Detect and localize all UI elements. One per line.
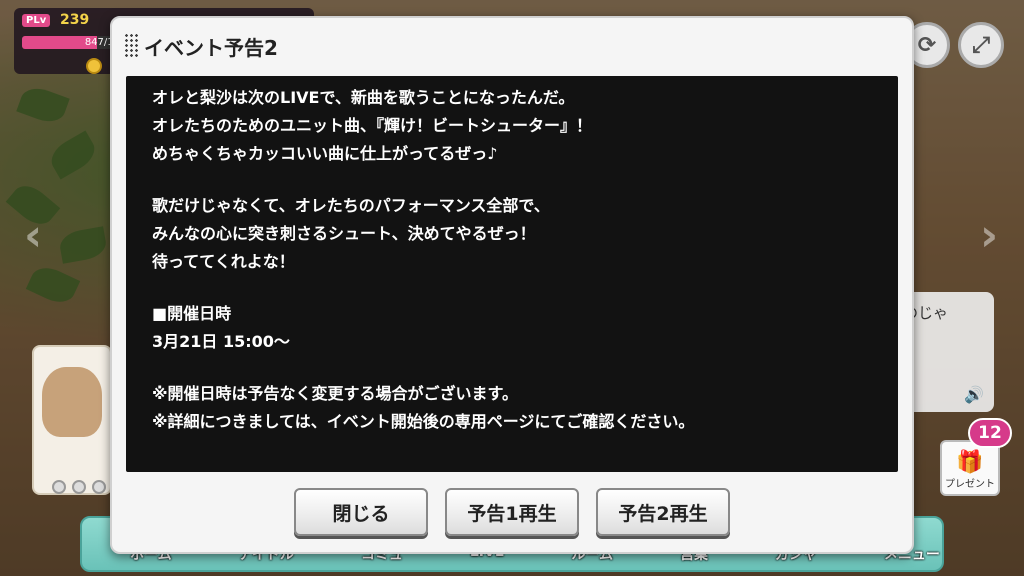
chevron-right-icon[interactable]: › — [980, 210, 998, 261]
chevron-left-icon[interactable]: ‹ — [24, 210, 42, 261]
dialog-content[interactable]: オレと梨沙は次のLIVEで、新曲を歌うことになったんだ。 オレたちのためのユニッ… — [126, 76, 898, 472]
grip-icon — [124, 33, 138, 59]
play-preview-1-button[interactable]: 予告1再生 — [445, 488, 579, 536]
coin-icon — [86, 58, 102, 74]
play-preview-2-button[interactable]: 予告2再生 — [596, 488, 730, 536]
notice-line: 歌だけじゃなくて、オレたちのパフォーマンス全部で、 — [152, 196, 550, 215]
player-level: 239 — [60, 12, 90, 28]
gift-icon: 🎁 — [956, 450, 984, 475]
notice-footnote: ※詳細につきましては、イベント開始後の専用ページにてご確認ください。 — [152, 412, 695, 431]
stamina-bar: 847/11 — [22, 36, 122, 49]
notice-line: めちゃくちゃカッコいい曲に仕上がってるぜっ♪ — [152, 144, 498, 163]
page-dot — [52, 480, 66, 494]
event-date-value: 3月21日 15:00〜 — [152, 332, 290, 351]
idol-portrait-card[interactable] — [32, 345, 112, 495]
notice-line: みんなの心に突き刺さるシュート、決めてやるぜっ！ — [152, 224, 536, 243]
speaker-icon[interactable]: 🔊 — [964, 385, 984, 404]
dialog-footer: 閉じる 予告1再生 予告2再生 — [112, 476, 912, 552]
page-indicator — [52, 480, 106, 494]
notice-footnote: ※開催日時は予告なく変更する場合がございます。 — [152, 384, 518, 403]
event-date-heading: ■開催日時 — [152, 304, 232, 323]
dialog-title: イベント予告2 — [144, 35, 278, 60]
player-level-tag: PLv — [22, 14, 51, 27]
notice-line: 待っててくれよな！ — [152, 252, 295, 271]
page-dot — [92, 480, 106, 494]
idol-portrait — [42, 367, 102, 437]
event-notice-dialog: イベント予告2 オレと梨沙は次のLIVEで、新曲を歌うことになったんだ。 オレた… — [110, 16, 914, 554]
present-count-badge: 12 — [968, 418, 1012, 448]
present-button[interactable]: 🎁 プレゼント — [940, 440, 1000, 496]
notice-line: オレと梨沙は次のLIVEで、新曲を歌うことになったんだ。 — [152, 88, 575, 107]
page-dot — [72, 480, 86, 494]
notice-text: オレと梨沙は次のLIVEで、新曲を歌うことになったんだ。 オレたちのためのユニッ… — [152, 84, 892, 436]
dialog-header: イベント予告2 — [112, 18, 912, 74]
expand-icon[interactable]: ⤢ — [958, 22, 1004, 68]
notice-line: オレたちのためのユニット曲、『輝け！ビートシューター』！ — [152, 116, 593, 135]
close-button[interactable]: 閉じる — [294, 488, 428, 536]
present-label: プレゼント — [945, 479, 995, 490]
